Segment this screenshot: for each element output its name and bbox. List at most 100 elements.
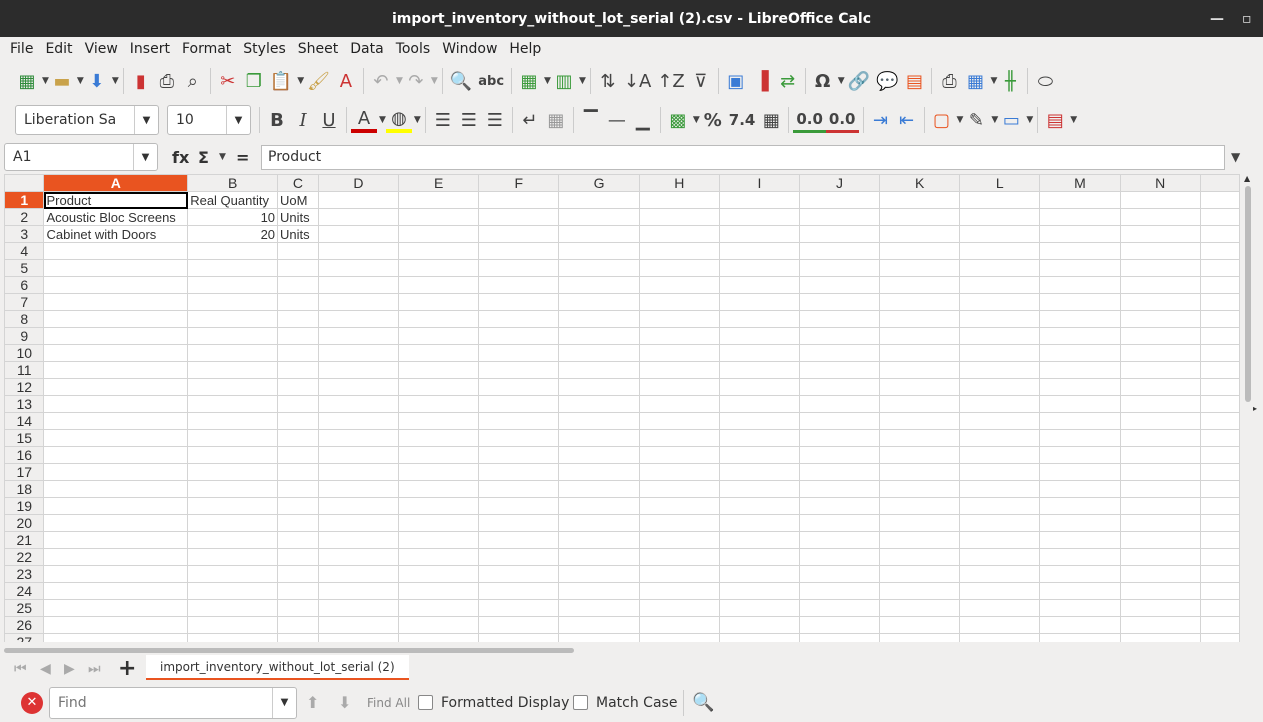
cell[interactable] [187, 497, 279, 515]
cell[interactable] [959, 208, 1041, 226]
cell[interactable] [879, 361, 961, 379]
row-header[interactable]: 17 [4, 463, 45, 481]
cell[interactable] [398, 599, 480, 617]
align-right-icon[interactable]: ☰ [482, 105, 508, 135]
borders-icon[interactable]: ▢ [929, 105, 955, 135]
column-icon[interactable]: ▥ [551, 66, 577, 96]
align-left-icon[interactable]: ☰ [430, 105, 456, 135]
cell[interactable] [1199, 412, 1240, 430]
cell[interactable] [1039, 208, 1121, 226]
cell[interactable] [187, 395, 279, 413]
cell[interactable] [398, 293, 480, 311]
open-folder-icon[interactable]: ▬ [49, 66, 75, 96]
cell[interactable] [879, 565, 961, 583]
cell[interactable] [187, 565, 279, 583]
cell[interactable] [959, 242, 1041, 260]
add-sheet-icon[interactable]: + [118, 656, 136, 681]
row-header[interactable]: 26 [4, 616, 45, 634]
cell[interactable] [638, 446, 720, 464]
cell[interactable] [43, 412, 189, 430]
cell[interactable] [798, 191, 881, 209]
cell[interactable] [558, 497, 640, 515]
cell[interactable] [1199, 310, 1240, 328]
cell[interactable] [879, 327, 961, 345]
row-header[interactable]: 4 [4, 242, 45, 260]
cell[interactable] [879, 514, 961, 532]
cell[interactable] [1199, 327, 1240, 345]
align-top-icon[interactable]: ▔ [578, 105, 604, 135]
cell[interactable] [317, 565, 400, 583]
spreadsheet-grid[interactable]: A B C D E F G H I J K L M N 1 Product Real… [4, 174, 1240, 642]
row-header[interactable]: 19 [4, 497, 45, 515]
cell[interactable]: 10 [187, 208, 279, 226]
cell[interactable] [1199, 293, 1240, 311]
cell[interactable] [1199, 548, 1240, 566]
cell[interactable] [1039, 531, 1121, 549]
decrease-indent-icon[interactable]: ⇤ [894, 105, 920, 135]
chevron-down-icon[interactable]: ▼ [133, 144, 157, 170]
cell[interactable] [43, 565, 189, 583]
cell[interactable] [638, 463, 720, 481]
cell[interactable] [43, 633, 189, 642]
cell[interactable] [317, 225, 400, 243]
cell[interactable] [798, 310, 881, 328]
cell[interactable] [1039, 514, 1121, 532]
column-header-e[interactable]: E [398, 174, 480, 192]
cell[interactable] [317, 446, 400, 464]
cell[interactable] [558, 565, 640, 583]
cell[interactable] [798, 344, 881, 362]
border-color-icon[interactable]: ▭ [998, 105, 1024, 135]
cell[interactable] [478, 191, 560, 209]
menu-file[interactable]: File [4, 37, 39, 62]
print-range-icon[interactable]: ⎙ [936, 66, 962, 96]
first-sheet-icon[interactable]: ⏮ [14, 661, 27, 677]
cell[interactable] [277, 412, 319, 430]
cell[interactable] [558, 429, 640, 447]
spelling-icon[interactable]: abc [475, 66, 507, 96]
sort-descending-icon[interactable]: ↑Z [654, 66, 687, 96]
cell[interactable] [43, 327, 189, 345]
cell[interactable] [558, 480, 640, 498]
formula-equals-icon[interactable]: = [236, 148, 249, 167]
cell[interactable] [798, 548, 881, 566]
cell[interactable] [187, 582, 279, 600]
cell[interactable] [558, 225, 640, 243]
cell[interactable] [1039, 429, 1121, 447]
cell[interactable] [1039, 548, 1121, 566]
cell[interactable] [1119, 531, 1201, 549]
cell[interactable] [558, 293, 640, 311]
cell[interactable] [558, 276, 640, 294]
cell[interactable] [478, 531, 560, 549]
cell[interactable] [43, 259, 189, 277]
cell[interactable] [879, 548, 961, 566]
cell[interactable] [959, 599, 1041, 617]
cell[interactable] [959, 497, 1041, 515]
cell[interactable] [317, 242, 400, 260]
cell[interactable] [43, 276, 189, 294]
cell[interactable] [1199, 225, 1240, 243]
cell[interactable] [959, 378, 1041, 396]
cell[interactable] [798, 599, 881, 617]
formatted-display-checkbox[interactable]: Formatted Display [418, 695, 569, 711]
cell[interactable] [959, 259, 1041, 277]
cell[interactable] [879, 633, 961, 642]
cell[interactable] [718, 599, 800, 617]
cell[interactable] [317, 412, 400, 430]
cell[interactable] [959, 225, 1041, 243]
cell[interactable] [277, 242, 319, 260]
cell[interactable] [398, 497, 480, 515]
cell[interactable] [638, 480, 720, 498]
row-header[interactable]: 13 [4, 395, 45, 413]
chevron-down-icon[interactable]: ▼ [414, 115, 421, 125]
cell[interactable] [558, 633, 640, 642]
cell[interactable] [398, 565, 480, 583]
cell[interactable] [959, 293, 1041, 311]
cell[interactable] [558, 548, 640, 566]
insert-chart-icon[interactable]: ▐ [749, 66, 775, 96]
cell[interactable] [1199, 599, 1240, 617]
cell[interactable] [187, 463, 279, 481]
cell[interactable] [398, 582, 480, 600]
cell[interactable] [718, 191, 800, 209]
cell[interactable] [398, 378, 480, 396]
find-input[interactable]: ▼ [49, 686, 297, 719]
